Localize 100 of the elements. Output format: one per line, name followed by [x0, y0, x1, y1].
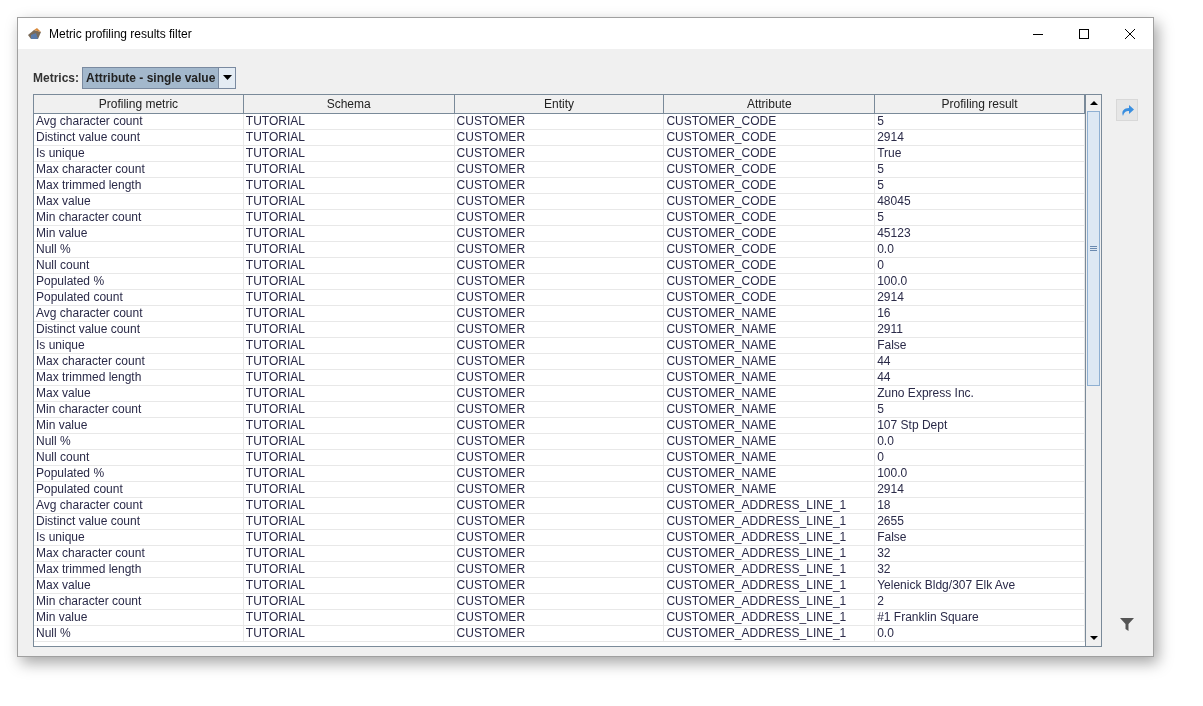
table-cell: 5 — [875, 114, 1085, 129]
column-header[interactable]: Profiling result — [875, 95, 1085, 113]
table-cell: CUSTOMER_CODE — [664, 178, 876, 193]
table-cell: CUSTOMER — [454, 626, 665, 641]
table-cell: CUSTOMER — [454, 322, 665, 337]
table-cell: 44 — [875, 370, 1085, 385]
table-cell: CUSTOMER — [454, 546, 665, 561]
table-cell: CUSTOMER_NAME — [664, 354, 876, 369]
table-cell: 100.0 — [875, 274, 1085, 289]
table-cell: Null % — [34, 434, 244, 449]
table-cell: CUSTOMER_CODE — [664, 290, 876, 305]
table-cell: Min value — [34, 610, 244, 625]
table-cell: Null count — [34, 450, 244, 465]
table-cell: TUTORIAL — [243, 258, 455, 273]
table-cell: 2911 — [875, 322, 1085, 337]
table-cell: Populated count — [34, 290, 244, 305]
table-cell: CUSTOMER_ADDRESS_LINE_1 — [664, 610, 876, 625]
table-cell: CUSTOMER_NAME — [664, 482, 876, 497]
table-cell: 2914 — [875, 482, 1085, 497]
table-cell: Max trimmed length — [34, 562, 244, 577]
table-cell: CUSTOMER_ADDRESS_LINE_1 — [664, 562, 876, 577]
table-cell: 5 — [875, 162, 1085, 177]
table-cell: Populated % — [34, 466, 244, 481]
table-cell: TUTORIAL — [243, 498, 455, 513]
vertical-scrollbar[interactable] — [1085, 95, 1101, 646]
table-cell: TUTORIAL — [243, 162, 455, 177]
table-cell: CUSTOMER — [454, 290, 665, 305]
table-cell: CUSTOMER_NAME — [664, 418, 876, 433]
table-cell: False — [875, 338, 1085, 353]
table-cell: CUSTOMER — [454, 258, 665, 273]
table-cell: CUSTOMER — [454, 146, 665, 161]
table-cell: Min value — [34, 418, 244, 433]
scroll-down-icon[interactable] — [1089, 636, 1098, 640]
table-cell: TUTORIAL — [243, 418, 455, 433]
table-cell: Max value — [34, 578, 244, 593]
table-cell: CUSTOMER — [454, 466, 665, 481]
table-cell: TUTORIAL — [243, 226, 455, 241]
table-cell: CUSTOMER_ADDRESS_LINE_1 — [664, 530, 876, 545]
table-cell: TUTORIAL — [243, 450, 455, 465]
table-cell: TUTORIAL — [243, 546, 455, 561]
table-cell: TUTORIAL — [243, 146, 455, 161]
table-cell: Is unique — [34, 146, 244, 161]
table-cell: CUSTOMER_CODE — [664, 258, 876, 273]
table-cell: CUSTOMER_NAME — [664, 402, 876, 417]
table-cell: CUSTOMER_NAME — [664, 370, 876, 385]
table-cell: Min value — [34, 226, 244, 241]
table-cell: TUTORIAL — [243, 626, 455, 641]
table-cell: Min character count — [34, 402, 244, 417]
table-cell: TUTORIAL — [243, 290, 455, 305]
table-cell: CUSTOMER_NAME — [664, 434, 876, 449]
column-header[interactable]: Entity — [454, 95, 665, 113]
table-cell: Null count — [34, 258, 244, 273]
table-cell: Avg character count — [34, 114, 244, 129]
table-cell: 5 — [875, 210, 1085, 225]
table-cell: 5 — [875, 402, 1085, 417]
table-cell: CUSTOMER_NAME — [664, 450, 876, 465]
table-cell: CUSTOMER_CODE — [664, 162, 876, 177]
window-title: Metric profiling results filter — [49, 25, 192, 43]
export-button[interactable] — [1116, 99, 1138, 121]
table-cell: CUSTOMER — [454, 450, 665, 465]
table-cell: CUSTOMER_NAME — [664, 322, 876, 337]
table-cell: Zuno Express Inc. — [875, 386, 1085, 401]
column-header[interactable]: Attribute — [664, 95, 876, 113]
table-cell: 5 — [875, 178, 1085, 193]
table-cell: Populated % — [34, 274, 244, 289]
table-cell: Yelenick Bldg/307 Elk Ave — [875, 578, 1085, 593]
table-cell: CUSTOMER — [454, 354, 665, 369]
table-cell: Populated count — [34, 482, 244, 497]
table-cell: CUSTOMER_ADDRESS_LINE_1 — [664, 514, 876, 529]
table-cell: TUTORIAL — [243, 130, 455, 145]
maximize-icon — [1079, 28, 1089, 39]
table-cell: Distinct value count — [34, 130, 244, 145]
table-cell: CUSTOMER — [454, 210, 665, 225]
column-header[interactable]: Schema — [243, 95, 455, 113]
table-cell: 0 — [875, 258, 1085, 273]
table-cell: TUTORIAL — [243, 402, 455, 417]
table-cell: 32 — [875, 546, 1085, 561]
table-cell: CUSTOMER — [454, 162, 665, 177]
table-cell: 44 — [875, 354, 1085, 369]
table-cell: CUSTOMER_ADDRESS_LINE_1 — [664, 498, 876, 513]
table-cell: 100.0 — [875, 466, 1085, 481]
table-cell: CUSTOMER — [454, 178, 665, 193]
table-cell: 0.0 — [875, 242, 1085, 257]
table-cell: TUTORIAL — [243, 194, 455, 209]
table-cell: Max trimmed length — [34, 370, 244, 385]
table-cell: CUSTOMER — [454, 370, 665, 385]
table-cell: CUSTOMER — [454, 530, 665, 545]
metrics-dropdown[interactable]: Attribute - single value — [82, 66, 237, 89]
scrollbar-thumb[interactable] — [1087, 111, 1100, 386]
table-cell: CUSTOMER — [454, 130, 665, 145]
table-cell: TUTORIAL — [243, 434, 455, 449]
scroll-up-icon[interactable] — [1089, 101, 1098, 105]
table-cell: CUSTOMER — [454, 338, 665, 353]
filter-icon[interactable] — [1120, 618, 1134, 631]
export-arrow-icon — [1120, 103, 1134, 117]
table-cell: TUTORIAL — [243, 178, 455, 193]
column-header[interactable]: Profiling metric — [34, 95, 244, 113]
table-cell: 107 Stp Dept — [875, 418, 1085, 433]
table-cell: CUSTOMER_CODE — [664, 210, 876, 225]
table-cell: Max value — [34, 194, 244, 209]
